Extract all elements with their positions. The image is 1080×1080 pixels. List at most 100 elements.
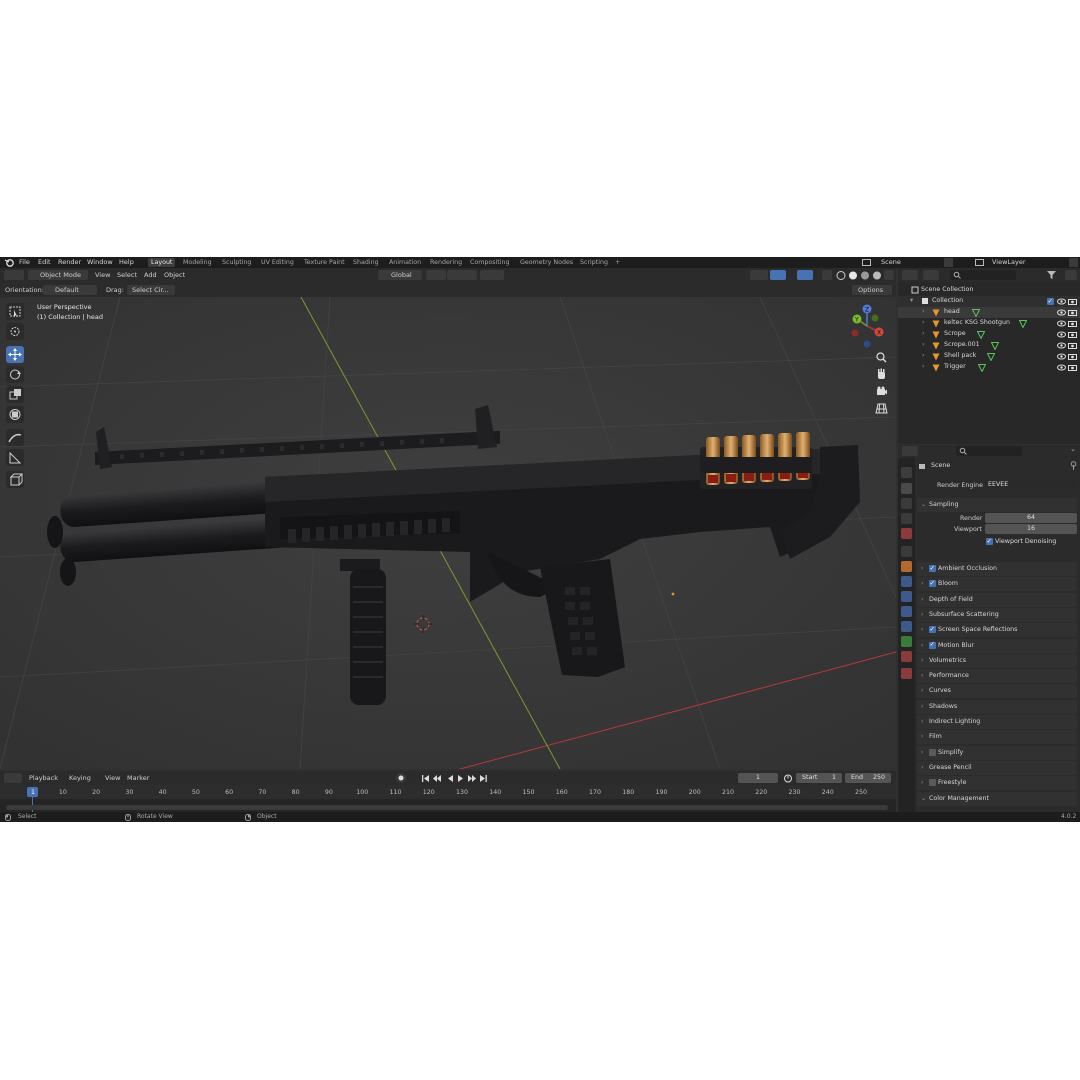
outliner-search-input[interactable] (950, 270, 1016, 280)
tab-data-icon[interactable] (901, 636, 912, 647)
panel-header[interactable]: › Simplify (917, 745, 1077, 760)
menu-marker[interactable]: Marker (127, 774, 149, 782)
ortho-toggle-button[interactable] (874, 401, 889, 416)
tab-compositing[interactable]: Compositing (467, 258, 512, 267)
panel-header[interactable]: › Volumetrics (917, 653, 1077, 668)
outliner-item-head[interactable]: › head (898, 307, 1080, 318)
collection-exclude-checkbox[interactable] (1047, 297, 1054, 305)
tool-cursor[interactable] (6, 323, 24, 340)
menu-view[interactable]: View (95, 271, 110, 279)
panel-header[interactable]: › Film (917, 730, 1077, 745)
outliner-collection[interactable]: ▾ Collection (898, 296, 1080, 307)
camera-render-icon[interactable] (1068, 320, 1077, 327)
camera-render-icon[interactable] (1068, 364, 1077, 371)
playback-controls[interactable] (420, 774, 490, 783)
gizmo-toggle[interactable] (770, 270, 786, 280)
menu-render[interactable]: Render (58, 258, 81, 266)
timeline-body[interactable]: 1 10 20 30 40 50 60 70 80 90 100 110 120 130 140 150 160… (0, 785, 896, 812)
eye-icon[interactable] (1057, 342, 1066, 349)
options-dropdown[interactable]: Options (852, 285, 892, 295)
expand-arrow-icon[interactable]: › (922, 352, 925, 359)
outliner-item-scrope[interactable]: › Scrope (898, 329, 1080, 340)
menu-window[interactable]: Window (87, 258, 113, 266)
panel-enable-checkbox[interactable] (929, 779, 936, 787)
properties-options-icon[interactable]: ⌄ (1070, 445, 1076, 453)
transform-orientation-dropdown[interactable]: Global (378, 270, 422, 280)
panel-enable-checkbox[interactable] (929, 564, 936, 572)
3d-viewport[interactable]: User Perspective (1) Collection | head Z… (0, 297, 896, 769)
current-frame-field[interactable]: 1 (738, 773, 778, 783)
panel-header[interactable]: › Shadows (917, 699, 1077, 714)
properties-editor-type[interactable] (902, 446, 918, 456)
menu-help[interactable]: Help (119, 258, 134, 266)
filter-icon[interactable] (1047, 271, 1057, 279)
tab-uv-editing[interactable]: UV Editing (258, 258, 297, 267)
tab-particles-icon[interactable] (901, 591, 912, 602)
tab-scene-icon[interactable] (901, 528, 912, 539)
expand-arrow-icon[interactable]: › (922, 330, 925, 337)
expand-arrow-icon[interactable]: › (922, 341, 925, 348)
start-frame-field[interactable]: Start 1 (796, 773, 842, 783)
pivot-dropdown[interactable] (426, 270, 446, 280)
editor-type-dropdown[interactable] (4, 270, 24, 280)
tab-view-layer-icon[interactable] (901, 513, 912, 524)
menu-select[interactable]: Select (117, 271, 137, 279)
end-frame-field[interactable]: End 250 (845, 773, 891, 783)
blender-logo-icon[interactable] (4, 258, 14, 267)
eye-icon[interactable] (1057, 353, 1066, 360)
outliner-display-mode[interactable] (923, 270, 939, 280)
tab-modifier-icon[interactable] (901, 576, 912, 587)
pin-icon[interactable] (1070, 461, 1077, 470)
outliner-item-shell-pack[interactable]: › Shell pack (898, 351, 1080, 362)
timeline-scrollbar[interactable] (6, 805, 888, 810)
panel-header[interactable]: › Ambient Occlusion (917, 562, 1077, 576)
render-samples-field[interactable]: 64 (985, 513, 1077, 523)
proportional-edit-dropdown[interactable] (480, 270, 504, 280)
panel-enable-checkbox[interactable] (929, 625, 936, 634)
tab-render-icon[interactable] (901, 483, 912, 494)
tool-move[interactable] (6, 346, 24, 363)
tool-scale[interactable] (6, 386, 24, 403)
render-engine-dropdown[interactable]: EEVEE (985, 480, 1077, 490)
drag-dropdown[interactable]: Select Cir... (127, 285, 175, 295)
expand-arrow-icon[interactable]: › (922, 363, 925, 370)
record-button[interactable] (396, 773, 406, 783)
tab-material-icon[interactable] (901, 651, 912, 662)
tab-rendering[interactable]: Rendering (427, 258, 465, 267)
panel-header[interactable]: › Motion Blur (917, 638, 1077, 653)
tool-transform[interactable] (6, 406, 24, 423)
outliner-scene-collection[interactable]: Scene Collection (898, 285, 1080, 296)
tool-select-box[interactable] (6, 303, 24, 320)
menu-object[interactable]: Object (164, 271, 185, 279)
panel-header[interactable]: › Freestyle (917, 776, 1077, 791)
panel-enable-checkbox[interactable] (929, 748, 936, 756)
visibility-dropdown[interactable] (750, 270, 768, 280)
tab-scripting[interactable]: Scripting (577, 258, 611, 267)
outliner-editor-type[interactable] (902, 270, 918, 280)
panel-header[interactable]: › Performance (917, 669, 1077, 684)
tool-annotate[interactable] (6, 429, 24, 446)
tab-tool-icon[interactable] (901, 467, 912, 478)
overlay-toggle[interactable] (797, 270, 813, 280)
panel-header[interactable]: › Subsurface Scattering (917, 607, 1077, 622)
expand-arrow-icon[interactable]: › (922, 319, 925, 326)
panel-header[interactable]: › Indirect Lighting (917, 715, 1077, 729)
viewport-denoising-checkbox[interactable] (986, 537, 993, 545)
viewport-samples-field[interactable]: 16 (985, 524, 1077, 534)
scene-copy-icon[interactable] (944, 258, 953, 267)
menu-add[interactable]: Add (144, 271, 157, 279)
eye-icon[interactable] (1057, 364, 1066, 371)
expand-arrow-icon[interactable]: ▾ (910, 297, 913, 304)
shading-mode-icons[interactable] (836, 270, 884, 281)
panel-header[interactable]: › Grease Pencil (917, 760, 1077, 775)
outliner-item-keltec[interactable]: › keltec KSG Shootgun (898, 318, 1080, 329)
panel-header[interactable]: ⌄ Color Management (917, 791, 1077, 806)
tab-world-icon[interactable] (901, 546, 912, 557)
stopwatch-icon[interactable] (783, 773, 793, 783)
mode-dropdown[interactable]: Object Mode (28, 270, 88, 280)
tab-texture-paint[interactable]: Texture Paint (301, 258, 348, 267)
camera-view-button[interactable] (874, 384, 889, 399)
camera-render-icon[interactable] (1068, 353, 1077, 360)
tool-add-cube[interactable] (6, 471, 24, 488)
panel-header[interactable]: › Curves (917, 684, 1077, 699)
